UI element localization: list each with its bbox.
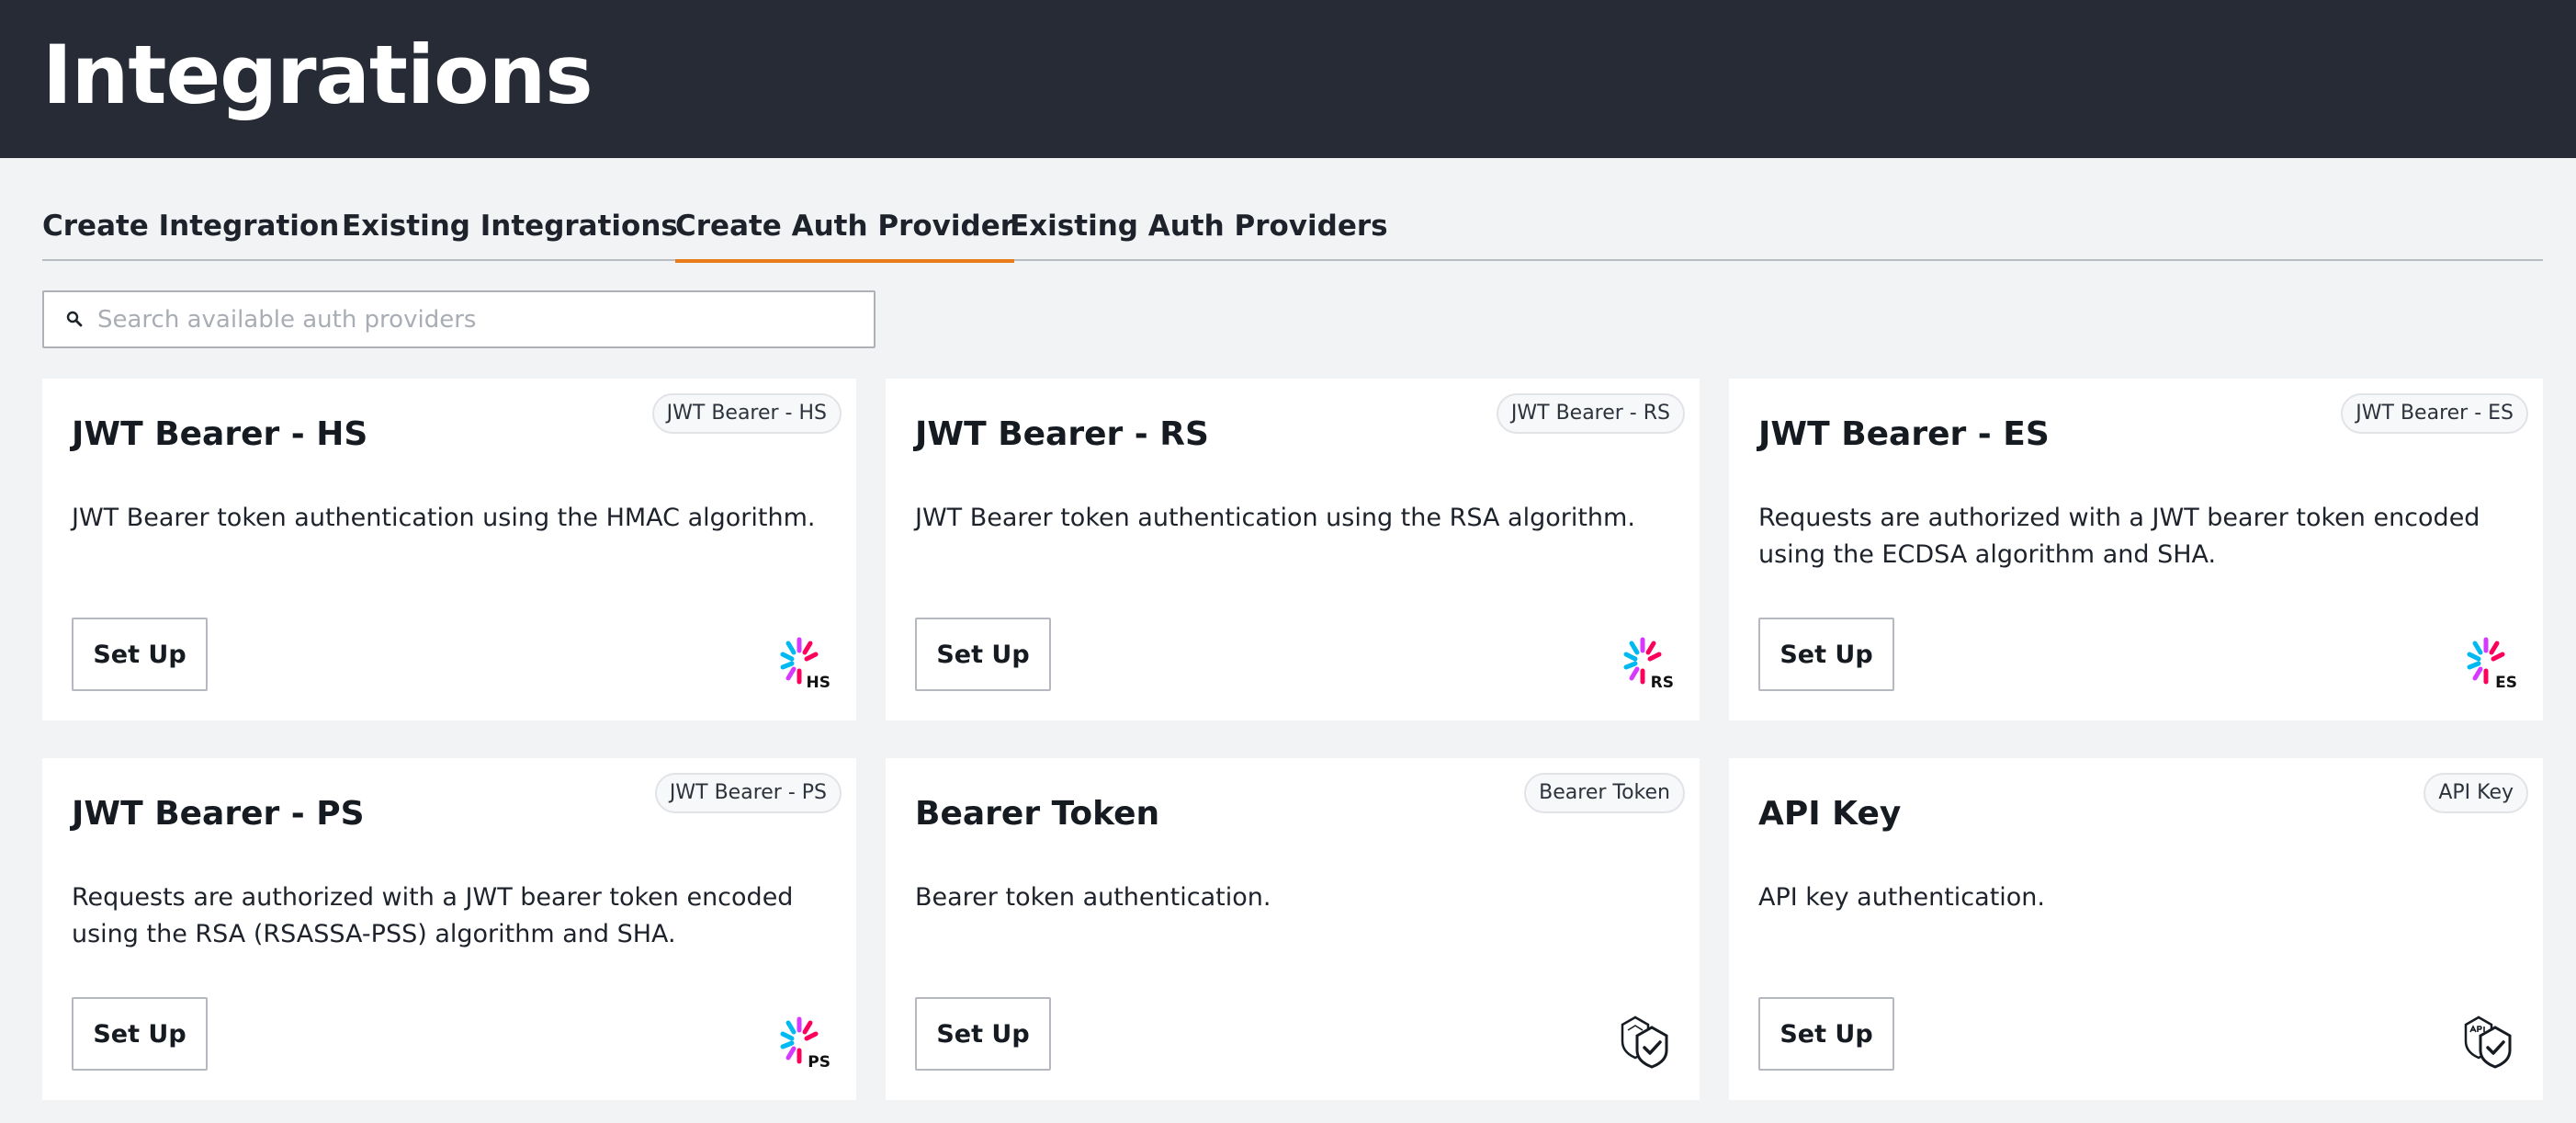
card-title: API Key: [1758, 795, 1902, 833]
logo-tag: PS: [808, 1053, 830, 1072]
card-title: JWT Bearer - HS: [72, 415, 368, 453]
provider-badge: JWT Bearer - HS: [651, 393, 842, 434]
card-description: Requests are authorized with a JWT beare…: [72, 883, 794, 948]
provider-badge: JWT Bearer - RS: [1496, 393, 1685, 434]
card-title: JWT Bearer - ES: [1758, 415, 2050, 453]
jwt-logo-icon: RS: [1617, 634, 1674, 692]
search-box: [42, 290, 876, 348]
card-description: Bearer token authentication.: [915, 883, 1271, 912]
tab-create-auth-provider[interactable]: Create Auth Provider: [675, 200, 1015, 263]
auth-provider-card: JWT Bearer - PS JWT Bearer - PS Requests…: [42, 758, 856, 1100]
card-title: JWT Bearer - RS: [915, 415, 1209, 453]
card-description: Requests are authorized with a JWT beare…: [1758, 504, 2480, 569]
set-up-button[interactable]: Set Up: [915, 997, 1051, 1071]
auth-provider-card: Bearer Token Bearer Token Bearer token a…: [886, 758, 1700, 1100]
set-up-button[interactable]: Set Up: [1758, 997, 1894, 1071]
tab-existing-auth-providers[interactable]: Existing Auth Providers: [1010, 200, 1388, 261]
header-bar: Integrations: [0, 0, 2576, 158]
card-description: JWT Bearer token authentication using th…: [915, 504, 1635, 532]
search-icon: [66, 311, 83, 327]
page-title: Integrations: [42, 28, 593, 122]
set-up-button[interactable]: Set Up: [72, 618, 208, 691]
card-title: Bearer Token: [915, 795, 1160, 833]
set-up-button[interactable]: Set Up: [72, 997, 208, 1071]
set-up-button[interactable]: Set Up: [1758, 618, 1894, 691]
auth-provider-card: JWT Bearer - HS JWT Bearer - HS JWT Bear…: [42, 379, 856, 720]
tab-bar: Create Integration Existing Integrations…: [42, 200, 2543, 263]
auth-provider-card: JWT Bearer - ES JWT Bearer - ES Requests…: [1729, 379, 2543, 720]
logo-tag: ES: [2495, 674, 2517, 692]
auth-provider-card: JWT Bearer - RS JWT Bearer - RS JWT Bear…: [886, 379, 1700, 720]
bearer-shield-icon: [1617, 1014, 1672, 1069]
provider-badge: API Key: [2423, 773, 2528, 813]
jwt-logo-icon: ES: [2460, 634, 2517, 692]
logo-tag: HS: [806, 674, 830, 692]
provider-badge: JWT Bearer - PS: [654, 773, 842, 813]
tab-existing-integrations[interactable]: Existing Integrations: [342, 200, 678, 261]
logo-tag: RS: [1650, 674, 1674, 692]
search-input[interactable]: [97, 300, 851, 340]
card-description: API key authentication.: [1758, 883, 2046, 912]
card-title: JWT Bearer - PS: [72, 795, 365, 833]
set-up-button[interactable]: Set Up: [915, 618, 1051, 691]
api-key-shield-icon: [2460, 1014, 2515, 1069]
provider-badge: JWT Bearer - ES: [2341, 393, 2528, 434]
auth-provider-card: API Key API Key API key authentication. …: [1729, 758, 2543, 1100]
jwt-logo-icon: PS: [774, 1014, 830, 1072]
tab-create-integration[interactable]: Create Integration: [42, 200, 339, 261]
provider-badge: Bearer Token: [1524, 773, 1685, 813]
card-description: JWT Bearer token authentication using th…: [72, 504, 816, 532]
jwt-logo-icon: HS: [774, 634, 830, 692]
